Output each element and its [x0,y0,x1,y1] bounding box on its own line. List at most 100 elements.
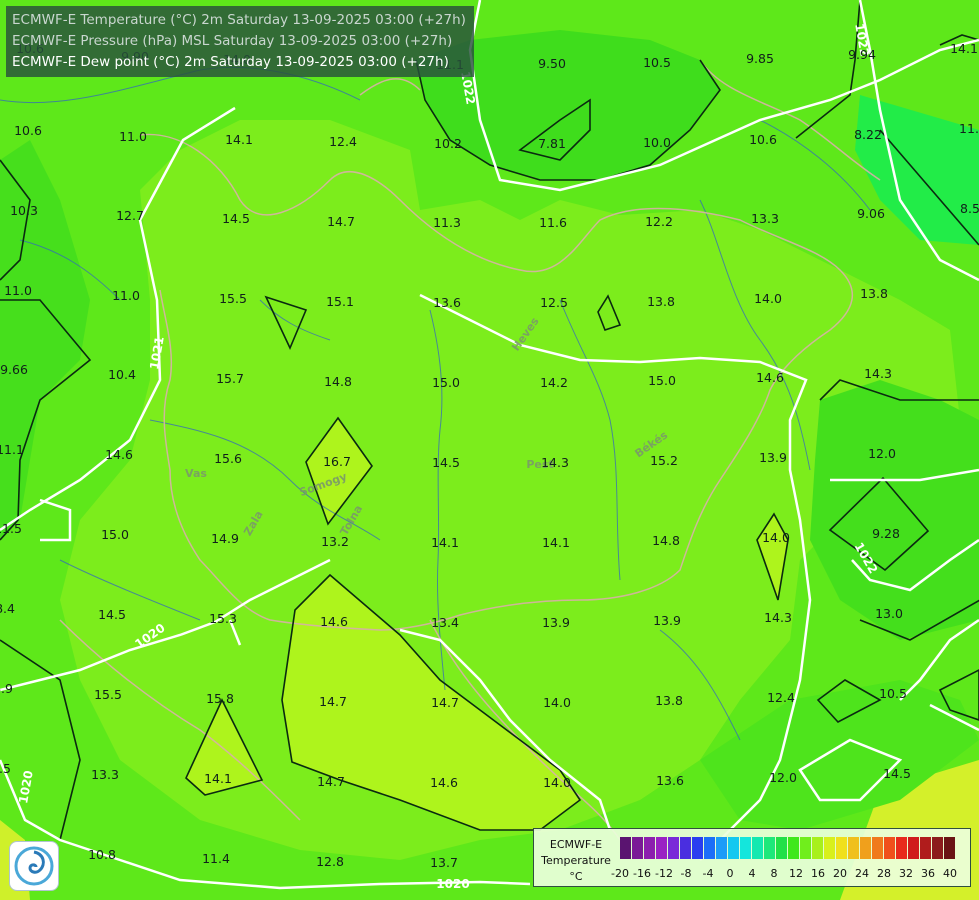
temperature-value: 9.50 [538,56,566,71]
temperature-value: 11.1 [0,442,24,457]
temperature-value: 15.5 [94,687,122,702]
temperature-value: 14.1 [950,41,978,56]
legend-swatch [716,837,727,859]
temperature-value: 13.3 [91,767,119,782]
temperature-value: 14.1 [225,132,253,147]
legend-title: ECMWF-E Temperature °C [538,837,614,885]
legend-title-line3: °C [569,870,583,883]
temperature-value: 14.1 [431,535,459,550]
temperature-value: 12.7 [116,208,144,223]
legend-swatch [944,837,955,859]
temperature-value: 13.4 [431,615,459,630]
temperature-value: 14.1 [204,771,232,786]
temperature-value: 11.5 [0,521,22,536]
temperature-value: 14.1 [542,535,570,550]
temperature-value: 12.2 [645,214,673,229]
temperature-value: 14.5 [98,607,126,622]
temperature-value: 14.6 [430,775,458,790]
temperature-value: 9.85 [746,51,774,66]
legend-swatch [908,837,919,859]
legend-swatch [872,837,883,859]
legend-swatch [860,837,871,859]
legend-tick: 40 [943,867,957,880]
temperature-value: 12.0 [769,770,797,785]
temperature-value: 14.3 [864,366,892,381]
temperature-value: 8.5 [0,761,11,776]
temperature-value: 15.3 [209,611,237,626]
temperature-value: 11.0 [112,288,140,303]
legend-title-line1: ECMWF-E [549,838,603,851]
legend-swatch [800,837,811,859]
temperature-value: 9.94 [848,47,876,62]
temperature-value: 14.8 [652,533,680,548]
temperature-value: 12.8 [316,854,344,869]
legend-swatch [848,837,859,859]
temperature-value: 15.6 [214,451,242,466]
legend-swatch [668,837,679,859]
temperature-value: 9.06 [857,206,885,221]
temperature-value: 15.1 [326,294,354,309]
temperature-value: 10.6 [14,123,42,138]
temperature-value: 15.0 [648,373,676,388]
temperature-value: 13.2 [321,534,349,549]
temperature-value: 14.8 [324,374,352,389]
temperature-value: 10.3 [10,203,38,218]
legend-swatch [884,837,895,859]
legend-swatch [836,837,847,859]
temperature-value: 12.4 [767,690,795,705]
temperature-value: 14.0 [543,695,571,710]
legend-swatch [896,837,907,859]
temperature-value: 13.6 [656,773,684,788]
temperature-value: 15.2 [650,453,678,468]
temperature-value: 14.6 [105,447,133,462]
temperature-value: 8.22 [854,127,882,142]
dewpoint-title: ECMWF-E Dew point (°C) 2m Saturday 13-09… [12,54,449,70]
legend-swatch [824,837,835,859]
temperature-value: 15.0 [101,527,129,542]
temperature-value: 10.5 [879,686,907,701]
temperature-value: 14.5 [883,766,911,781]
temperature-value: 11.4 [202,851,230,866]
temperature-value: 14.0 [754,291,782,306]
temperature-value: 14.0 [762,530,790,545]
temperature-value: 13.8 [655,693,683,708]
temperature-value: 15.5 [219,291,247,306]
temperature-value: 12.0 [868,446,896,461]
legend-swatch [692,837,703,859]
legend-swatch [764,837,775,859]
legend-swatch [932,837,943,859]
temperature-legend: ECMWF-E Temperature °C -20 -16 -12 -8 -4 0 4 8 1… [533,828,971,887]
temperature-value: 14.5 [222,211,250,226]
temperature-value: 13.9 [542,615,570,630]
temperature-value: 8.5 [960,201,979,216]
temperature-value: 13.9 [653,613,681,628]
region-label: Vas [185,467,207,480]
temperature-value: 14.2 [540,375,568,390]
temperature-value: 13.7 [430,855,458,870]
temperature-value: 10.2 [434,136,462,151]
legend-title-line2: Temperature [541,854,611,867]
legend-swatch [752,837,763,859]
legend-swatch [740,837,751,859]
weather-map: 1022102110201020102010221022 HevesPestBé… [0,0,979,900]
legend-swatch [920,837,931,859]
ecmwf-logo-icon [9,841,59,891]
temperature-value: 9.66 [0,362,28,377]
map-header: ECMWF-E Temperature (°C) 2m Saturday 13-… [6,6,474,77]
temperature-value: 11. [959,121,979,136]
temperature-value: 11.6 [539,215,567,230]
temperature-value: 10.0 [643,135,671,150]
temperature-value: 13.6 [433,295,461,310]
temperature-value: 14.6 [320,614,348,629]
legend-swatch [656,837,667,859]
temperature-value: 14.7 [317,774,345,789]
temperature-value: 13.8 [860,286,888,301]
temperature-value: 13.8 [647,294,675,309]
temperature-value: 15.7 [216,371,244,386]
temperature-value: 14.5 [432,455,460,470]
legend-swatch [812,837,823,859]
temperature-value: 14.7 [319,694,347,709]
temperature-value: 11.3 [433,215,461,230]
temperature-title: ECMWF-E Temperature (°C) 2m Saturday 13-… [12,12,466,28]
temperature-value: 14.7 [431,695,459,710]
